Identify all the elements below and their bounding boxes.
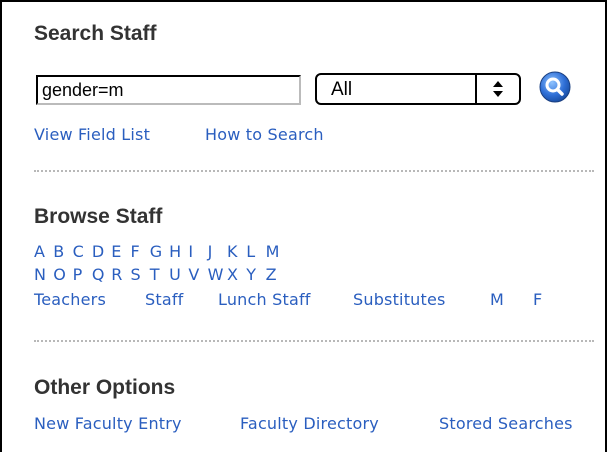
letter-z-link[interactable]: Z [266,265,285,284]
stored-searches-link[interactable]: Stored Searches [439,414,573,433]
letter-i-link[interactable]: I [188,242,207,261]
letter-e-link[interactable]: E [111,242,130,261]
staff-panel: Search Staff All View Field List Ho [0,0,607,452]
scope-select-value: All [331,79,353,100]
letter-b-link[interactable]: B [53,242,72,261]
letter-k-link[interactable]: K [227,242,246,261]
letter-v-link[interactable]: V [188,265,207,284]
view-field-list-link[interactable]: View Field List [34,125,150,144]
lunch-staff-link[interactable]: Lunch Staff [218,290,311,309]
letter-d-link[interactable]: D [92,242,111,261]
letters-row-2: N O P Q R S T U V W X Y Z [34,265,285,284]
letter-l-link[interactable]: L [246,242,265,261]
gender-f-link[interactable]: F [533,290,542,309]
other-options-heading: Other Options [34,376,176,399]
letter-w-link[interactable]: W [208,265,227,284]
browse-staff-heading: Browse Staff [34,205,163,228]
faculty-directory-link[interactable]: Faculty Directory [240,414,379,433]
search-staff-heading: Search Staff [34,22,157,45]
letter-m-link[interactable]: M [266,242,285,261]
letter-x-link[interactable]: X [227,265,246,284]
substitutes-link[interactable]: Substitutes [353,290,446,309]
section-divider [34,340,594,342]
select-arrows-icon [475,75,519,103]
letter-h-link[interactable]: H [169,242,188,261]
letter-q-link[interactable]: Q [92,265,111,284]
search-button[interactable] [538,70,572,104]
letter-j-link[interactable]: J [208,242,227,261]
teachers-link[interactable]: Teachers [34,290,106,309]
letter-t-link[interactable]: T [150,265,169,284]
staff-link[interactable]: Staff [145,290,184,309]
search-input[interactable] [36,75,301,105]
new-faculty-entry-link[interactable]: New Faculty Entry [34,414,182,433]
letter-p-link[interactable]: P [73,265,92,284]
letters-row-1: A B C D E F G H I J K L M [34,242,285,261]
scope-select[interactable]: All [315,73,521,105]
letter-a-link[interactable]: A [34,242,53,261]
letter-g-link[interactable]: G [150,242,169,261]
gender-m-link[interactable]: M [490,290,504,309]
letter-c-link[interactable]: C [73,242,92,261]
letter-n-link[interactable]: N [34,265,53,284]
letter-r-link[interactable]: R [111,265,130,284]
section-divider [34,170,594,172]
search-icon [539,71,571,103]
letter-s-link[interactable]: S [130,265,149,284]
letter-u-link[interactable]: U [169,265,188,284]
letter-o-link[interactable]: O [53,265,72,284]
letter-y-link[interactable]: Y [246,265,265,284]
letter-f-link[interactable]: F [130,242,149,261]
how-to-search-link[interactable]: How to Search [205,125,324,144]
